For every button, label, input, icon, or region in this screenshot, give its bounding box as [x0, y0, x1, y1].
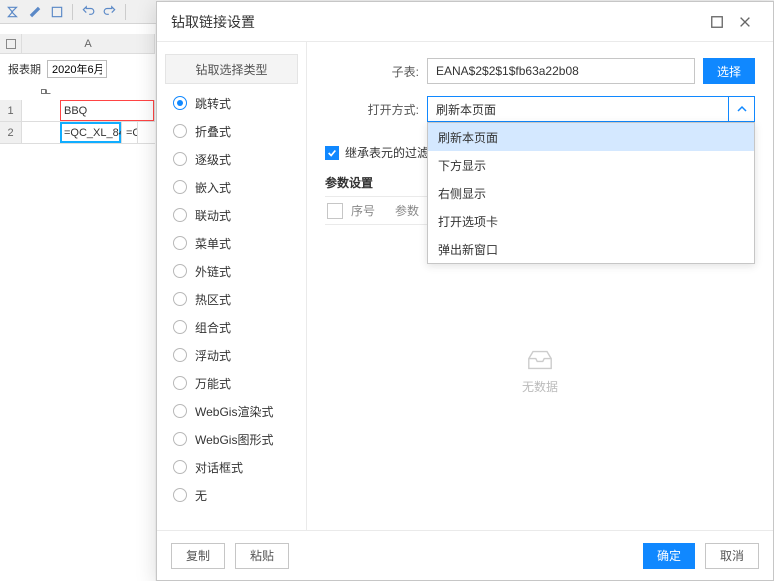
anchor-icon — [40, 88, 52, 103]
type-radio-item[interactable]: 菜单式 — [173, 232, 290, 254]
subtable-label: 子表: — [325, 63, 419, 80]
type-radio-item[interactable]: 逐级式 — [173, 148, 290, 170]
cell-a2-right[interactable]: =C — [122, 122, 138, 143]
radio-label: WebGis图形式 — [195, 431, 273, 448]
undo-icon[interactable] — [79, 3, 97, 21]
radio-label: 浮动式 — [195, 347, 231, 364]
radio-icon — [173, 432, 187, 446]
param-selectall-checkbox[interactable] — [327, 203, 343, 219]
dialog-header: 钻取链接设置 — [157, 2, 773, 42]
inherit-checkbox[interactable] — [325, 146, 339, 160]
type-radio-item[interactable]: 对话框式 — [173, 456, 290, 478]
type-radio-item[interactable]: 外链式 — [173, 260, 290, 282]
row-header-2[interactable]: 2 — [0, 122, 22, 143]
radio-icon — [173, 124, 187, 138]
radio-label: 外链式 — [195, 263, 231, 280]
period-input[interactable] — [47, 60, 107, 78]
radio-label: 嵌入式 — [195, 179, 231, 196]
radio-label: 折叠式 — [195, 123, 231, 140]
type-radio-item[interactable]: 组合式 — [173, 316, 290, 338]
cell-a2-left[interactable]: =QC_XL_84 — [60, 122, 122, 143]
radio-label: 跳转式 — [195, 95, 231, 112]
radio-label: 逐级式 — [195, 151, 231, 168]
radio-label: 万能式 — [195, 375, 231, 392]
radio-label: 联动式 — [195, 207, 231, 224]
radio-icon — [173, 488, 187, 502]
openmode-option[interactable]: 刷新本页面 — [428, 123, 754, 151]
param-empty: 无数据 — [325, 225, 755, 518]
subtable-input[interactable] — [427, 58, 695, 84]
radio-icon — [173, 404, 187, 418]
row-header-1[interactable]: 1 — [0, 100, 22, 121]
type-radio-item[interactable]: 浮动式 — [173, 344, 290, 366]
edit2-icon[interactable] — [48, 3, 66, 21]
close-button[interactable] — [731, 8, 759, 36]
ok-button[interactable]: 确定 — [643, 543, 695, 569]
type-radio-item[interactable]: 无 — [173, 484, 290, 506]
cell-a1[interactable]: BBQ — [60, 100, 155, 121]
inherit-label: 继承表元的过滤 — [345, 144, 429, 161]
spreadsheet-bg: A 报表期 1 BBQ 2 =QC_XL_84 =C — [0, 24, 155, 581]
col-header[interactable]: A — [22, 34, 155, 53]
openmode-menu: 刷新本页面下方显示右侧显示打开选项卡弹出新窗口 — [427, 122, 755, 264]
type-radio-item[interactable]: 联动式 — [173, 204, 290, 226]
radio-icon — [173, 152, 187, 166]
separator — [72, 4, 73, 20]
openmode-option[interactable]: 弹出新窗口 — [428, 235, 754, 263]
chevron-up-icon[interactable] — [728, 97, 754, 121]
cancel-button[interactable]: 取消 — [705, 543, 759, 569]
edit-icon[interactable] — [26, 3, 44, 21]
separator — [125, 4, 126, 20]
type-radio-item[interactable]: 万能式 — [173, 372, 290, 394]
dialog-title: 钻取链接设置 — [171, 12, 703, 32]
radio-icon — [173, 96, 187, 110]
period-label: 报表期 — [8, 61, 41, 77]
type-radio-item[interactable]: 跳转式 — [173, 92, 290, 114]
maximize-button[interactable] — [703, 8, 731, 36]
radio-label: WebGis渲染式 — [195, 403, 273, 420]
config-panel: 子表: 选择 打开方式: 刷新本页面 刷新本页面下方显示右侧显示打开选项卡弹出新… — [307, 42, 773, 530]
type-panel: 钻取选择类型 跳转式折叠式逐级式嵌入式联动式菜单式外链式热区式组合式浮动式万能式… — [157, 42, 307, 530]
openmode-option[interactable]: 打开选项卡 — [428, 207, 754, 235]
openmode-value: 刷新本页面 — [428, 101, 728, 118]
type-radio-item[interactable]: WebGis渲染式 — [173, 400, 290, 422]
radio-icon — [173, 348, 187, 362]
radio-icon — [173, 264, 187, 278]
inbox-icon — [526, 348, 554, 372]
radio-label: 菜单式 — [195, 235, 231, 252]
radio-label: 无 — [195, 487, 207, 504]
radio-label: 组合式 — [195, 319, 231, 336]
type-panel-title: 钻取选择类型 — [165, 54, 298, 84]
type-radio-item[interactable]: WebGis图形式 — [173, 428, 290, 450]
type-radio-item[interactable]: 热区式 — [173, 288, 290, 310]
radio-icon — [173, 236, 187, 250]
redo-icon[interactable] — [101, 3, 119, 21]
type-radio-item[interactable]: 嵌入式 — [173, 176, 290, 198]
paste-button[interactable]: 粘贴 — [235, 543, 289, 569]
empty-text: 无数据 — [522, 378, 558, 395]
openmode-option[interactable]: 右侧显示 — [428, 179, 754, 207]
radio-label: 热区式 — [195, 291, 231, 308]
dialog-footer: 复制 粘贴 确定 取消 — [157, 530, 773, 580]
col-seq: 序号 — [351, 202, 395, 219]
copy-button[interactable]: 复制 — [171, 543, 225, 569]
openmode-option[interactable]: 下方显示 — [428, 151, 754, 179]
drilldown-dialog: 钻取链接设置 钻取选择类型 跳转式折叠式逐级式嵌入式联动式菜单式外链式热区式组合… — [156, 1, 774, 581]
type-radio-list: 跳转式折叠式逐级式嵌入式联动式菜单式外链式热区式组合式浮动式万能式 WebGis渲… — [165, 92, 298, 506]
radio-icon — [173, 460, 187, 474]
param-title: 参数设置 — [325, 174, 373, 191]
radio-icon — [173, 208, 187, 222]
radio-label: 对话框式 — [195, 459, 243, 476]
type-radio-item[interactable]: 折叠式 — [173, 120, 290, 142]
sum-icon[interactable] — [4, 3, 22, 21]
openmode-label: 打开方式: — [325, 101, 419, 118]
openmode-dropdown[interactable]: 刷新本页面 刷新本页面下方显示右侧显示打开选项卡弹出新窗口 — [427, 96, 755, 122]
row-header-corner — [0, 34, 22, 53]
select-button[interactable]: 选择 — [703, 58, 755, 84]
radio-icon — [173, 376, 187, 390]
radio-icon — [173, 180, 187, 194]
radio-icon — [173, 320, 187, 334]
radio-icon — [173, 292, 187, 306]
